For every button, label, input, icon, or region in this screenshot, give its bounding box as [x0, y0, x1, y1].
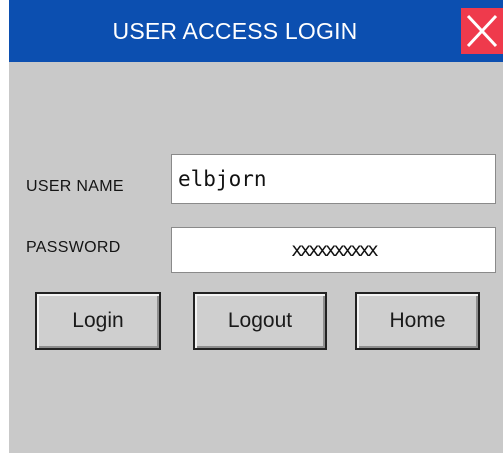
close-button[interactable]	[461, 8, 503, 54]
user-name-field[interactable]: elbjorn	[171, 154, 496, 204]
close-icon	[466, 14, 498, 48]
login-button[interactable]: Login	[35, 292, 161, 350]
password-field[interactable]: xxxxxxxxxx	[171, 227, 496, 273]
dialog-title: USER ACCESS LOGIN	[112, 18, 358, 44]
home-button[interactable]: Home	[355, 292, 480, 350]
password-value: xxxxxxxxxx	[291, 239, 378, 261]
title-bar: USER ACCESS LOGIN	[9, 0, 503, 62]
login-dialog: USER ACCESS LOGIN USER NAME elbjorn PASS…	[9, 0, 503, 453]
logout-button[interactable]: Logout	[193, 292, 327, 350]
user-name-value: elbjorn	[178, 167, 267, 191]
password-label: PASSWORD	[26, 239, 121, 256]
user-name-label: USER NAME	[26, 178, 124, 195]
